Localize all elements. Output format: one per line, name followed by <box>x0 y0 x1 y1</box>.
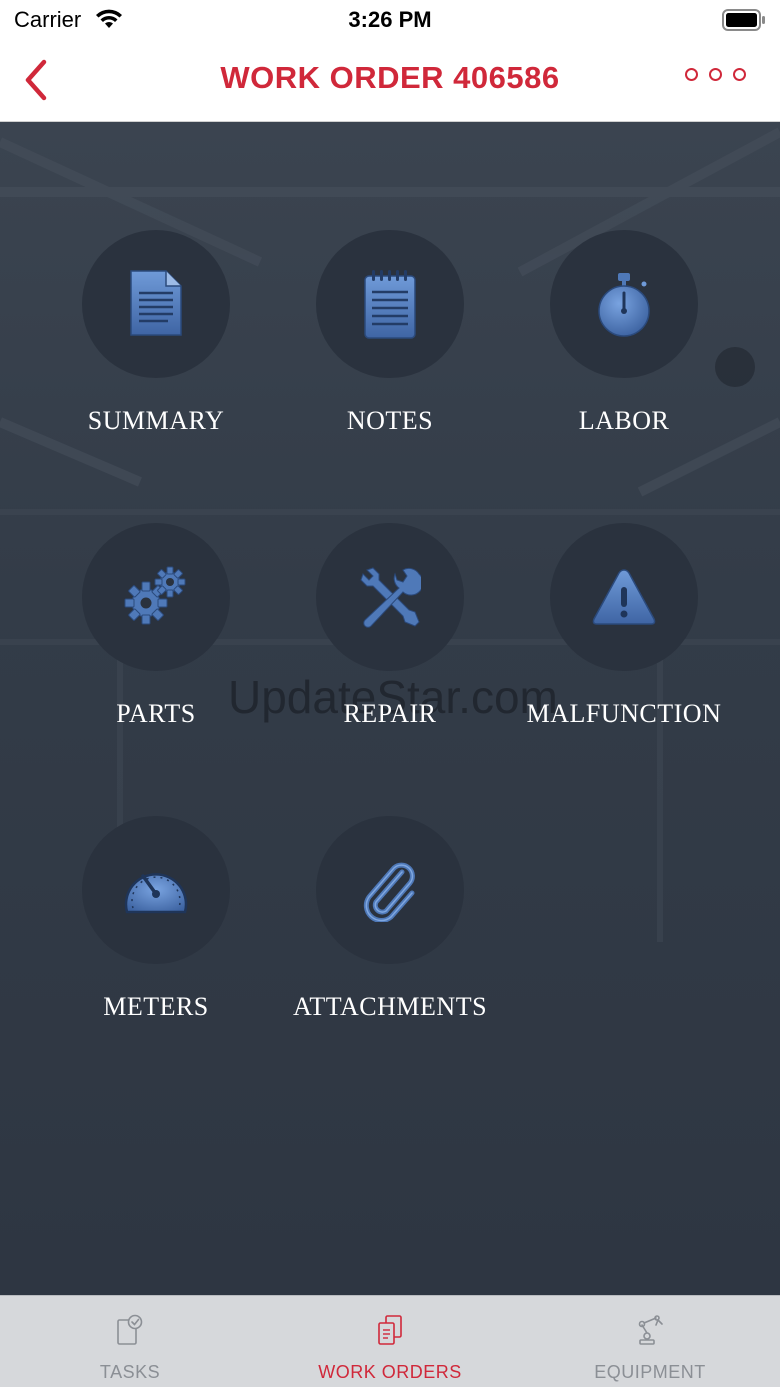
tab-tasks[interactable]: TASKS <box>0 1296 260 1387</box>
more-options-button[interactable] <box>685 68 746 81</box>
malfunction-tile[interactable]: MALFUNCTION <box>507 523 741 763</box>
paperclip-icon <box>363 862 415 922</box>
tile-label: LABOR <box>578 406 670 435</box>
notepad-icon <box>364 270 416 339</box>
tile-label: SUMMARY <box>87 406 225 435</box>
tab-work-orders[interactable]: WORK ORDERS <box>260 1296 520 1387</box>
tile-circle <box>550 523 698 671</box>
labor-tile[interactable]: LABOR <box>507 230 741 470</box>
work-order-menu: UpdateStar.com SUMMARY NOTES LABOR PARTS… <box>0 122 780 1295</box>
repair-tile[interactable]: REPAIR <box>273 523 507 763</box>
tab-equipment[interactable]: EQUIPMENT <box>520 1296 780 1387</box>
tile-circle <box>82 230 230 378</box>
tile-label: NOTES <box>346 406 434 435</box>
battery-icon <box>722 9 766 36</box>
tab-label: EQUIPMENT <box>594 1362 706 1382</box>
tile-circle <box>316 816 464 964</box>
summary-tile[interactable]: SUMMARY <box>39 230 273 470</box>
work-order-screen: Carrier 3:26 PM WORK ORDER 406586 Update… <box>0 0 780 1387</box>
meters-tile[interactable]: METERS <box>39 816 273 1056</box>
gauge-icon <box>124 873 188 914</box>
tile-label: ATTACHMENTS <box>292 992 488 1021</box>
tile-label: REPAIR <box>343 699 437 728</box>
status-bar: Carrier 3:26 PM <box>0 0 780 40</box>
warning-icon <box>592 569 656 625</box>
document-icon <box>130 270 182 336</box>
tasks-icon <box>117 1314 143 1345</box>
page-title: WORK ORDER 406586 <box>220 60 560 95</box>
more-dot-icon <box>709 68 722 81</box>
tools-icon <box>360 567 421 628</box>
tile-circle <box>550 230 698 378</box>
tile-circle <box>316 230 464 378</box>
tile-circle <box>82 816 230 964</box>
status-time: 3:26 PM <box>348 7 432 32</box>
tile-label: MALFUNCTION <box>526 699 722 728</box>
more-dot-icon <box>733 68 746 81</box>
tile-circle <box>316 523 464 671</box>
gears-icon <box>124 566 186 625</box>
attachments-tile[interactable]: ATTACHMENTS <box>273 816 507 1056</box>
tab-label: WORK ORDERS <box>318 1362 462 1382</box>
tab-label: TASKS <box>99 1362 161 1382</box>
notes-tile[interactable]: NOTES <box>273 230 507 470</box>
robot-arm-icon <box>638 1315 663 1345</box>
parts-tile[interactable]: PARTS <box>39 523 273 763</box>
stopwatch-icon <box>598 273 650 337</box>
navigation-bar: WORK ORDER 406586 <box>0 40 780 122</box>
tab-bar: TASKS WORK ORDERS EQUIPMENT <box>0 1295 780 1387</box>
tile-label: PARTS <box>116 699 196 728</box>
work-orders-icon <box>378 1315 402 1345</box>
tile-label: METERS <box>103 992 209 1021</box>
more-dot-icon <box>685 68 698 81</box>
tile-circle <box>82 523 230 671</box>
